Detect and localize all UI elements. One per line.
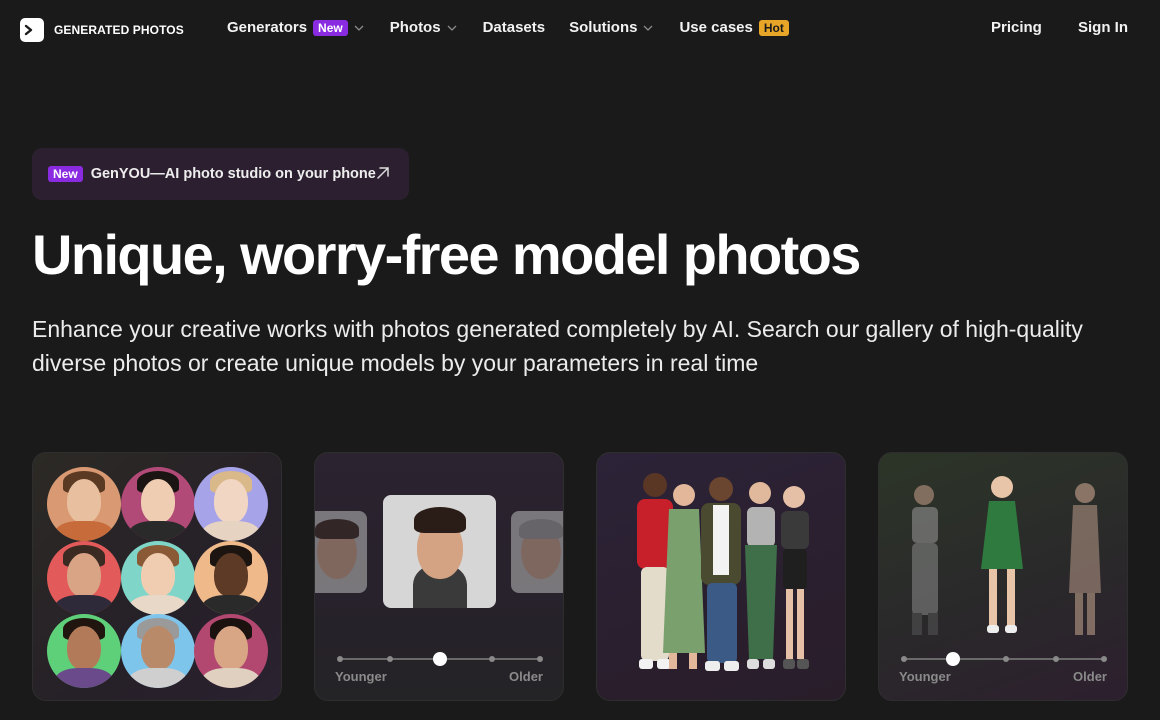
nav-use-cases[interactable]: Use cases Hot <box>679 19 789 36</box>
nav-solutions[interactable]: Solutions <box>569 19 653 36</box>
nav-generators[interactable]: Generators New <box>227 19 364 36</box>
nav-use-cases-label: Use cases <box>679 19 753 36</box>
face-generator-card[interactable] <box>32 452 282 701</box>
model-group-illustration <box>637 473 809 671</box>
nav-datasets-label: Datasets <box>482 19 546 36</box>
promo-text: GenYOU—AI photo studio on your phone <box>90 166 376 182</box>
chevron-down-icon <box>354 25 364 31</box>
face-photo <box>121 467 195 541</box>
main-portrait <box>383 495 496 608</box>
body-age-slider-card[interactable]: Younger Older <box>878 452 1128 701</box>
new-badge: New <box>48 166 83 182</box>
slider-knob[interactable] <box>433 652 447 666</box>
nav-datasets[interactable]: Datasets <box>483 19 546 36</box>
chevron-down-icon <box>447 25 457 31</box>
nav-solutions-label: Solutions <box>569 19 638 36</box>
side-portrait <box>315 511 367 593</box>
face-photo <box>47 467 121 541</box>
hero-subtitle: Enhance your creative works with photos … <box>32 316 1083 376</box>
face-photo <box>194 467 268 541</box>
face-age-slider-card[interactable]: Younger Older <box>314 452 564 701</box>
slider-label-younger: Younger <box>899 669 951 684</box>
face-photo <box>121 541 195 615</box>
age-slider[interactable] <box>337 652 543 666</box>
top-navbar: GENERATED PHOTOS Generators New Photos D… <box>0 0 1160 58</box>
body-models-illustration <box>912 476 1101 635</box>
brand-logo[interactable]: GENERATED PHOTOS <box>20 18 184 42</box>
main-menu: Generators New Photos Datasets Solutions… <box>227 19 789 36</box>
face-photo <box>194 614 268 688</box>
hot-badge: Hot <box>758 19 789 36</box>
face-photo <box>47 541 121 615</box>
age-slider[interactable] <box>901 652 1107 666</box>
hero-title: Unique, worry-free model photos <box>32 223 861 286</box>
logo-icon <box>20 18 44 42</box>
slider-label-older: Older <box>1073 669 1107 684</box>
external-arrow-icon <box>377 167 389 179</box>
brand-name: GENERATED PHOTOS <box>54 23 184 37</box>
full-body-models-card[interactable] <box>596 452 846 701</box>
face-photo <box>194 541 268 615</box>
slider-label-younger: Younger <box>335 669 387 684</box>
slider-knob[interactable] <box>946 652 960 666</box>
face-photo <box>121 614 195 688</box>
promo-banner[interactable]: New GenYOU—AI photo studio on your phone <box>32 148 409 200</box>
nav-photos-label: Photos <box>389 19 441 36</box>
chevron-down-icon <box>643 25 653 31</box>
side-portrait <box>511 511 563 593</box>
face-photo <box>47 614 121 688</box>
sign-in-link[interactable]: Sign In <box>1078 19 1128 36</box>
new-badge: New <box>313 19 348 36</box>
slider-label-older: Older <box>509 669 543 684</box>
nav-photos[interactable]: Photos <box>390 19 457 36</box>
nav-generators-label: Generators <box>227 19 308 36</box>
pricing-link[interactable]: Pricing <box>991 19 1042 36</box>
